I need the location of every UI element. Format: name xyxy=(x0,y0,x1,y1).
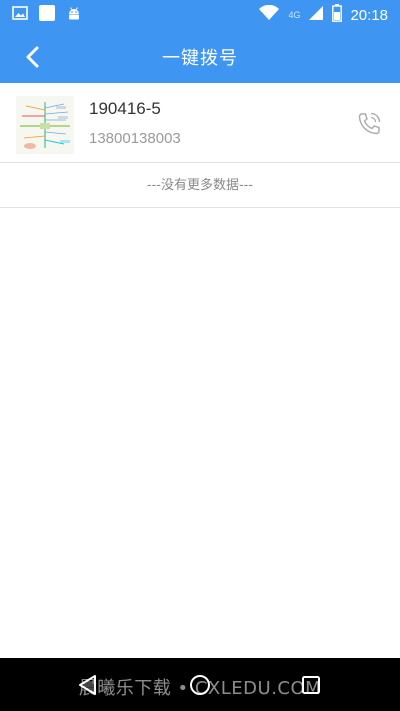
title-bar: 一键拨号 xyxy=(0,30,400,83)
contact-thumbnail xyxy=(16,96,74,154)
network-type-label: 4G xyxy=(288,10,301,20)
wifi-icon xyxy=(258,4,280,25)
status-right-icons: 4G 20:18 xyxy=(258,4,388,26)
signal-icon xyxy=(308,5,324,25)
contact-list: 190416-5 13800138003 ---没有更多数据--- xyxy=(0,83,400,208)
nav-home-button[interactable] xyxy=(186,671,214,699)
nav-recents-button[interactable] xyxy=(297,671,325,699)
status-time: 20:18 xyxy=(350,6,388,24)
no-more-data-label: ---没有更多数据--- xyxy=(0,163,400,208)
nav-back-button[interactable] xyxy=(74,671,102,699)
status-left-icons xyxy=(12,4,82,26)
page-title: 一键拨号 xyxy=(162,48,238,69)
notification-square-icon xyxy=(38,4,56,26)
contact-item[interactable]: 190416-5 13800138003 xyxy=(0,83,400,163)
back-triangle-icon xyxy=(79,675,96,695)
contact-name: 190416-5 xyxy=(89,99,161,118)
home-circle-icon xyxy=(190,675,210,695)
android-icon xyxy=(66,5,82,25)
app-screen: 4G 20:18 一键拨号 190416-5 13800138003 ---没有… xyxy=(0,0,400,711)
image-icon xyxy=(12,5,28,25)
navigation-bar: 晨曦乐下载 • CXLEDU.COM xyxy=(0,658,400,711)
recents-square-icon xyxy=(302,676,320,694)
phone-call-icon xyxy=(358,112,381,135)
battery-icon xyxy=(332,4,343,26)
status-bar: 4G 20:18 xyxy=(0,0,400,30)
call-button[interactable] xyxy=(352,107,386,141)
contact-phone: 13800138003 xyxy=(89,130,181,147)
mindmap-thumbnail-icon xyxy=(16,96,74,154)
